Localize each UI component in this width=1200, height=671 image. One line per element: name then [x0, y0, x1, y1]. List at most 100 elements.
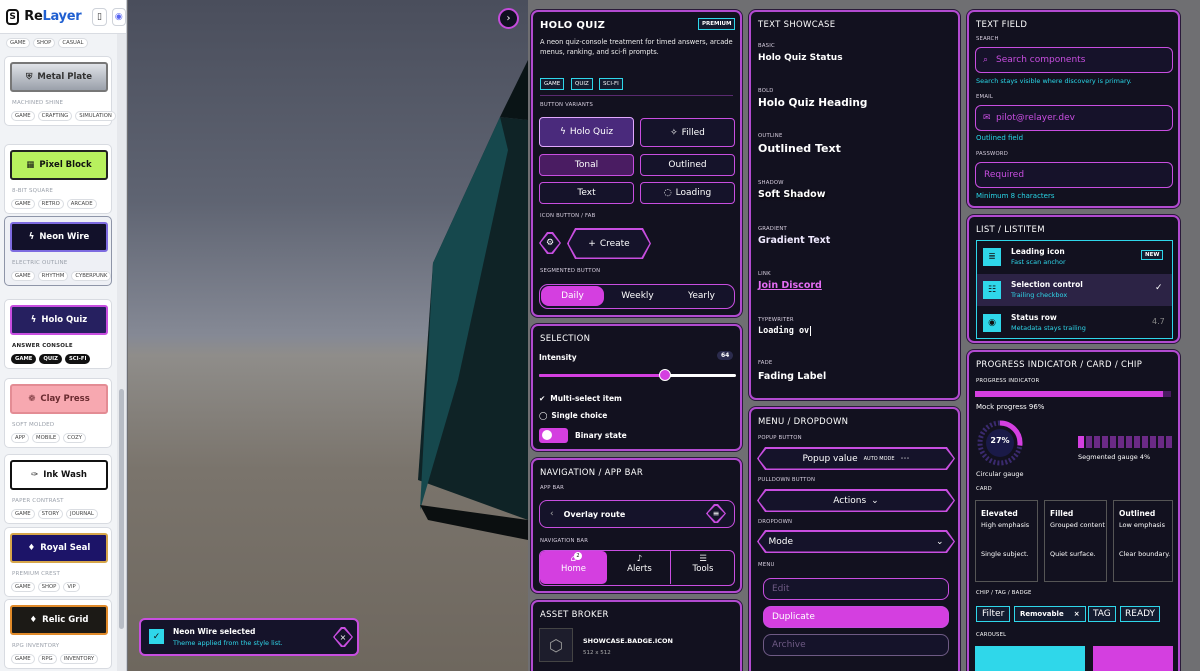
- clay-press-card[interactable]: ❁ Clay Press SOFT MOLDED APP MOBILE COZY: [4, 378, 112, 448]
- tonal-button[interactable]: Tonal: [539, 154, 634, 176]
- gauge-segment: [1150, 436, 1156, 448]
- menu-item-duplicate[interactable]: Duplicate: [763, 606, 949, 628]
- slider-value-badge: 64: [717, 351, 734, 360]
- create-fab[interactable]: + Create: [567, 228, 651, 259]
- navigation-bar: ⌂ Home 2 ♪ Alerts ☰ Tools: [539, 550, 735, 586]
- more-dots-icon: ⋯: [900, 453, 910, 464]
- card-body: Quiet surface.: [1050, 550, 1096, 558]
- icon-button[interactable]: ⚙: [539, 232, 561, 254]
- filter-chip[interactable]: Filter: [976, 606, 1011, 622]
- tag: GAME: [11, 654, 35, 664]
- toggle-switch[interactable]: [539, 428, 568, 443]
- scrollbar-thumb[interactable]: [119, 389, 124, 629]
- tag: CYBERPUNK: [71, 271, 112, 281]
- pulldown-button[interactable]: Actions ⌄: [757, 489, 955, 512]
- ink-wash-card[interactable]: ✑ Ink Wash PAPER CONTRAST GAME STORY JOURNAL: [4, 454, 112, 524]
- asset-thumbnail-icon: ⬡: [539, 628, 573, 662]
- app-bar-title: Overlay route: [563, 509, 626, 519]
- segment-daily[interactable]: Daily: [541, 286, 604, 306]
- scene-viewport[interactable]: [128, 0, 528, 671]
- menu-item-edit[interactable]: Edit: [763, 578, 949, 600]
- slider-thumb[interactable]: [659, 369, 672, 381]
- section-label: CAROUSEL: [976, 632, 1007, 638]
- close-icon[interactable]: ×: [1074, 610, 1080, 618]
- popup-button[interactable]: Popup value AUTO MODE ⋯: [757, 447, 955, 470]
- sidebar-scrollbar[interactable]: [117, 34, 126, 671]
- toast-title: Neon Wire selected: [173, 627, 256, 636]
- gauge-segment: [1078, 436, 1084, 448]
- brush-icon: ✑: [31, 470, 39, 480]
- panel-title: TEXT FIELD: [976, 20, 1028, 30]
- card-outlined[interactable]: Outlined Low emphasis Clear boundary.: [1113, 500, 1173, 582]
- removable-chip[interactable]: Removable ×: [1014, 606, 1086, 622]
- slider-track[interactable]: [539, 369, 736, 381]
- discord-icon[interactable]: ◉: [111, 7, 126, 26]
- loading-button[interactable]: ◌ Loading: [640, 182, 735, 204]
- style-caption: SOFT MOLDED: [12, 422, 55, 428]
- relayer-logo-icon: S: [6, 8, 20, 25]
- menu-button[interactable]: ≡: [706, 504, 726, 523]
- tag: QUIZ: [39, 354, 62, 364]
- list-item[interactable]: ≣ Leading icon Fast scan anchor NEW: [977, 241, 1172, 273]
- style-tags: GAME RHYTHM CYBERPUNK: [11, 271, 112, 281]
- style-caption: MACHINED SHINE: [12, 100, 64, 106]
- holo-quiz-panel: HOLO QUIZ PREMIUM A neon quiz-console tr…: [531, 10, 742, 317]
- segment-yearly[interactable]: Yearly: [670, 286, 733, 306]
- brand-part-a: Re: [24, 9, 43, 24]
- checkmark-icon[interactable]: ✓: [1155, 283, 1163, 293]
- card-elevated[interactable]: Elevated High emphasis Single subject.: [975, 500, 1038, 582]
- nav-tab-alerts[interactable]: ♪ Alerts: [609, 551, 671, 584]
- style-caption: PREMIUM CREST: [12, 571, 61, 577]
- filled-button[interactable]: ✧ Filled: [640, 118, 735, 147]
- email-hint: Outlined field: [976, 134, 1024, 142]
- holo-quiz-card[interactable]: ϟ Holo Quiz ANSWER CONSOLE GAME QUIZ SCI-FI: [4, 299, 112, 369]
- text-button[interactable]: Text: [539, 182, 634, 204]
- metal-plate-card[interactable]: ⛨ Metal Plate MACHINED SHINE GAME CRAFTING SI…: [4, 56, 116, 126]
- gauge-segment: [1142, 436, 1148, 448]
- carousel-slide[interactable]: [1093, 646, 1173, 671]
- text-style-label: GRADIENT: [758, 226, 787, 232]
- royal-seal-card[interactable]: ♦ Royal Seal PREMIUM CREST GAME SHOP VIP: [4, 527, 112, 597]
- popup-value: Popup value: [802, 453, 858, 464]
- outlined-button[interactable]: Outlined: [640, 154, 735, 176]
- shield-icon: ⛨: [26, 72, 33, 82]
- email-field[interactable]: ✉ pilot@relayer.dev: [975, 105, 1173, 131]
- brand-name: ReLayer: [24, 9, 81, 24]
- list-item[interactable]: ◉ Status row Metadata stays trailing 4.7: [977, 307, 1172, 339]
- relic-grid-card[interactable]: ♦ Relic Grid RPG INVENTORY GAME RPG INVENTORY: [4, 599, 112, 669]
- slider-label: Intensity: [539, 353, 577, 362]
- collapse-chevron-icon[interactable]: ›: [498, 8, 519, 29]
- pixel-block-card[interactable]: ▦ Pixel Block 8-BIT SQUARE GAME RETRO ARCADE: [4, 144, 112, 214]
- card-subtitle: Low emphasis: [1119, 521, 1166, 529]
- radio-row[interactable]: ◯ Single choice: [539, 411, 607, 420]
- tag: GAME: [11, 582, 35, 592]
- gauge-segment: [1086, 436, 1092, 448]
- toast-close-button[interactable]: ×: [333, 627, 353, 647]
- panel-title: TEXT SHOWCASE: [758, 20, 836, 30]
- tag: ARCADE: [66, 199, 97, 209]
- card-filled[interactable]: Filled Grouped content Quiet surface.: [1044, 500, 1107, 582]
- carousel-slide[interactable]: [975, 646, 1085, 671]
- password-field[interactable]: Required: [975, 162, 1173, 188]
- flower-icon: ❁: [28, 394, 36, 404]
- segment-weekly[interactable]: Weekly: [606, 286, 669, 306]
- spinner-icon: ◌: [663, 188, 672, 198]
- list-panel: LIST / LISTITEM ≣ Leading icon Fast scan…: [967, 215, 1180, 343]
- brand-part-b: Layer: [42, 9, 82, 24]
- discord-link[interactable]: Join Discord: [758, 280, 822, 291]
- book-icon[interactable]: ▯: [92, 7, 107, 26]
- back-chevron-icon[interactable]: ‹: [550, 509, 554, 519]
- nav-tab-home[interactable]: ⌂ Home 2: [540, 551, 607, 584]
- holo-quiz-button[interactable]: ϟ Holo Quiz: [539, 117, 634, 147]
- neon-wire-card[interactable]: ϟ Neon Wire ELECTRIC OUTLINE GAME RHYTHM CYBE…: [4, 216, 112, 286]
- dropdown-select[interactable]: Mode ⌄: [757, 530, 955, 553]
- tag: SHOP: [37, 582, 61, 592]
- checkbox-row[interactable]: ✔ Multi-select item: [539, 394, 622, 403]
- gem-icon: ♦: [29, 615, 38, 625]
- bolt-icon: ϟ: [559, 127, 566, 137]
- list-item-selected[interactable]: ☷ Selection control Trailing checkbox ✓: [977, 274, 1172, 306]
- search-input[interactable]: ⌕ Search components: [975, 47, 1173, 73]
- nav-tab-tools[interactable]: ☰ Tools: [673, 551, 733, 584]
- menu-item-archive[interactable]: Archive: [763, 634, 949, 656]
- text-style-label: FADE: [758, 360, 773, 366]
